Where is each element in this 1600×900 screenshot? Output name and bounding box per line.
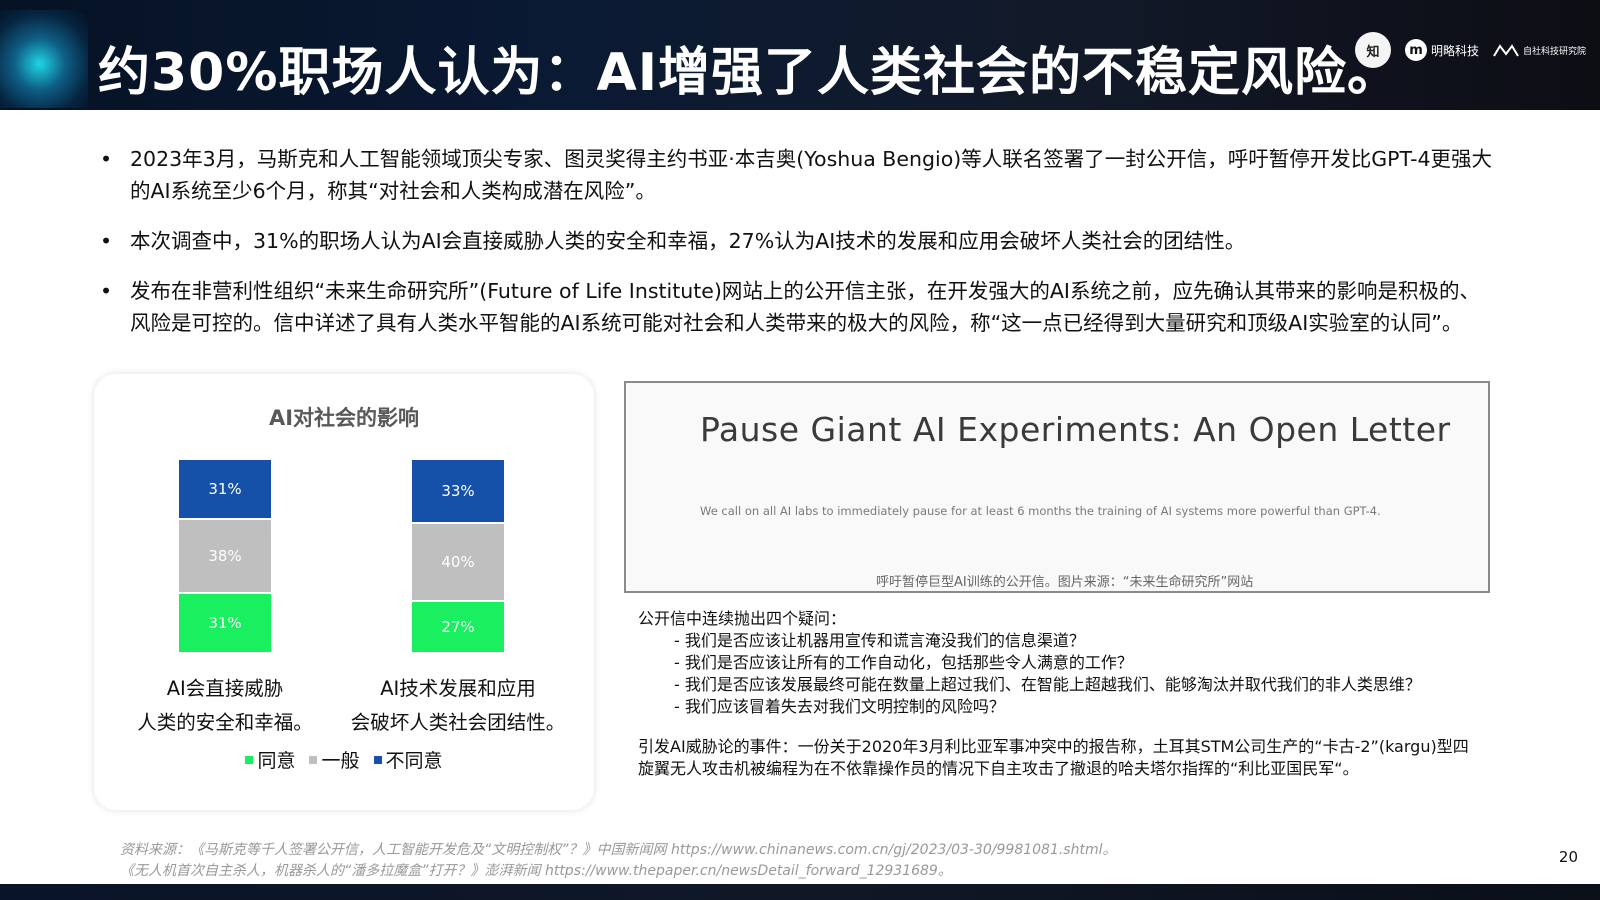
data-label: 33% [441,482,475,500]
letter-body: We call on all AI labs to immediately pa… [700,504,1381,518]
category-label-1: AI会直接威胁 人类的安全和幸福。 [105,672,345,740]
mountain-icon [1493,44,1519,57]
question-item: - 我们是否应该让所有的工作自动化，包括那些令人满意的工作？ [674,653,1133,672]
questions-intro: 公开信中连续抛出四个疑问： [638,609,847,628]
ai-brain-icon [0,10,88,108]
chart-card: AI对社会的影响 31% 38% 31% 27% 40% 33% AI会直接威胁… [94,374,594,810]
event-paragraph: 引发AI威胁论的事件：一份关于2020年3月利比亚军事冲突中的报告称，土耳其ST… [638,737,1469,778]
logo-mininglamp: m 明略科技 [1404,39,1479,61]
question-item: - 我们应该冒着失去对我们文明控制的风险吗？ [674,697,1005,716]
stacked-bar-2: 27% 40% 33% [412,460,504,654]
seal-icon: 知 [1354,32,1391,68]
data-label: 40% [441,552,475,571]
bullet-item: 2023年3月，马斯克和人工智能领域顶尖专家、图灵奖得主约书亚·本吉奥(Yosh… [100,143,1500,207]
sources-note: 资料来源：《马斯克等千人签署公开信，人工智能开发危及“文明控制权”？》中国新闻网… [120,840,1117,882]
bar-segment-disagree: 33% [412,460,504,523]
source-line: 资料来源：《马斯克等千人签署公开信，人工智能开发危及“文明控制权”？》中国新闻网… [120,842,1117,858]
logo-mininglamp-text: 明略科技 [1430,43,1479,58]
bar-segment-neutral: 38% [179,520,271,592]
logo-institute: 自社科技研究院 [1493,43,1586,57]
page-title: 约30%职场人认为：AI增强了人类社会的不稳定风险。 [98,43,1401,103]
legend-label: 同意 [257,750,296,772]
footer-bar [0,884,1600,900]
bar-segment-disagree: 31% [179,460,271,519]
category-label-line: AI技术发展和应用 [380,677,536,700]
bullet-list: 2023年3月，马斯克和人工智能领域顶尖专家、图灵奖得主约书亚·本吉奥(Yosh… [100,143,1500,357]
page-number: 20 [1558,848,1578,866]
category-label-line: 会破坏人类社会团结性。 [350,711,566,734]
bullet-item: 发布在非营利性组织“未来生命研究所”(Future of Life Instit… [100,275,1500,339]
category-label-2: AI技术发展和应用 会破坏人类社会团结性。 [338,672,578,740]
logo-group: 知 m 明略科技 自社科技研究院 [1354,32,1586,68]
source-line: 《无人机首次自主杀人，机器杀人的“潘多拉魔盒”打开？》澎湃新闻 https://… [120,863,952,879]
legend-swatch [373,755,382,764]
data-label: 27% [441,617,475,636]
legend-label: 一般 [321,750,360,772]
bar-segment-neutral: 40% [412,524,504,600]
legend-item-disagree: 不同意 [373,746,443,773]
letter-title: Pause Giant AI Experiments: An Open Lett… [700,410,1451,449]
chart-legend: 同意 一般 不同意 [94,746,594,773]
data-label: 31% [208,613,242,632]
stacked-bar-1: 31% 38% 31% [179,460,271,654]
bullet-item: 本次调查中，31%的职场人认为AI会直接威胁人类的安全和幸福，27%认为AI技术… [100,225,1500,257]
category-label-line: AI会直接威胁 [166,677,284,700]
category-label-line: 人类的安全和幸福。 [137,711,313,734]
mininglamp-icon: m [1404,39,1427,61]
data-label: 31% [208,480,242,499]
chart-title: AI对社会的影响 [268,406,420,430]
logo-knowledge: 知 [1354,32,1391,68]
questions-block: 公开信中连续抛出四个疑问： - 我们是否应该让机器用宣传和谎言淹没我们的信息渠道… [638,608,1474,780]
open-letter-image: Pause Giant AI Experiments: An Open Lett… [624,381,1490,593]
legend-item-agree: 同意 [245,746,295,773]
question-item: - 我们是否应该让机器用宣传和谎言淹没我们的信息渠道？ [674,631,1085,650]
header-bar: 约30%职场人认为：AI增强了人类社会的不稳定风险。 知 m 明略科技 自社科技… [0,0,1600,110]
legend-item-neutral: 一般 [309,746,360,773]
legend-label: 不同意 [385,750,443,772]
bar-segment-agree: 31% [179,593,271,652]
letter-caption: 呼吁暂停巨型AI训练的公开信。图片来源：“未来生命研究所”网站 [876,575,1254,590]
legend-swatch [245,755,254,764]
bar-segment-agree: 27% [412,601,504,652]
data-label: 38% [208,546,242,565]
logo-institute-text: 自社科技研究院 [1522,46,1586,57]
legend-swatch [309,755,318,764]
question-item: - 我们是否应该发展最终可能在数量上超过我们、在智能上超越我们、能够淘汰并取代我… [674,675,1421,694]
